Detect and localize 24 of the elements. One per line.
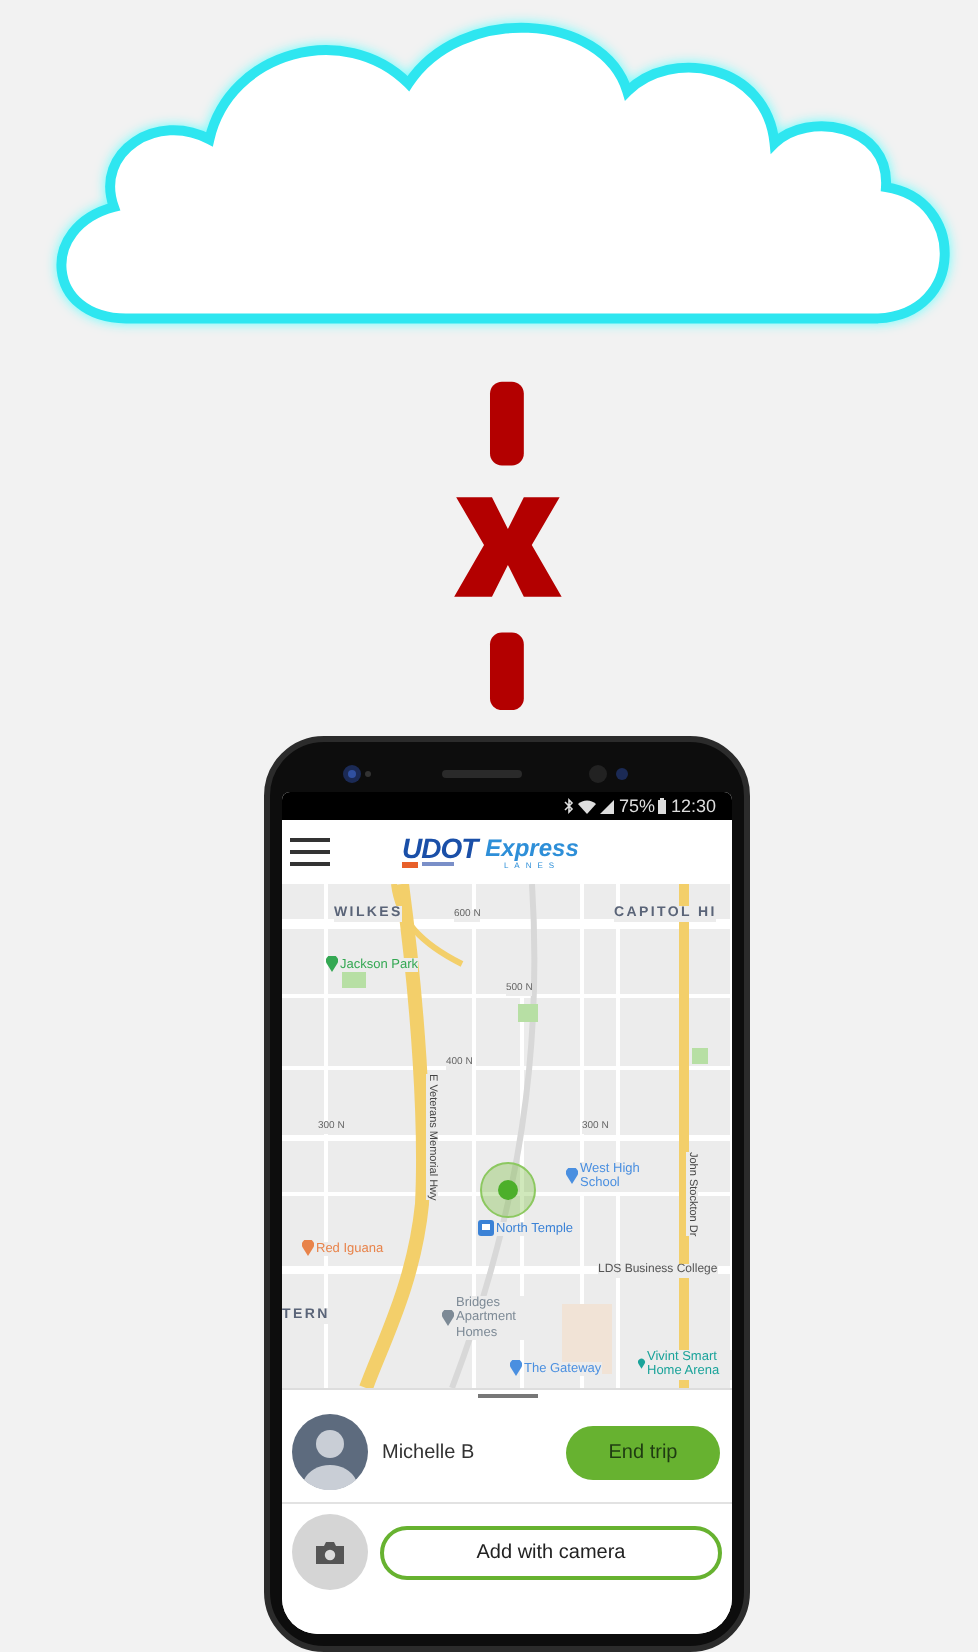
clock: 12:30	[670, 796, 716, 817]
park-area	[518, 1004, 538, 1023]
logo-text: Express	[485, 835, 579, 860]
logo-text: UDOT	[402, 836, 478, 863]
add-with-camera-button[interactable]: Add with camera	[380, 1525, 722, 1580]
logo-stripe-icon	[402, 862, 454, 869]
driver-name: Michelle B	[382, 1441, 477, 1464]
signal-icon	[600, 799, 615, 814]
sensor-icon	[588, 763, 632, 784]
current-location-icon	[480, 1162, 536, 1219]
speaker-icon	[441, 769, 521, 778]
menu-button[interactable]	[290, 836, 334, 869]
battery-icon	[658, 798, 667, 815]
drag-handle[interactable]	[477, 1394, 537, 1399]
avatar-icon	[292, 1414, 368, 1491]
camera-icon	[316, 1541, 344, 1564]
bluetooth-icon	[564, 798, 575, 815]
camera-button[interactable]	[292, 1514, 368, 1591]
menu-icon	[290, 838, 330, 867]
wifi-icon	[578, 799, 597, 814]
front-camera-icon	[342, 763, 374, 784]
battery-percentage: 75%	[618, 796, 655, 817]
park-area	[692, 1048, 708, 1065]
end-trip-button[interactable]: End trip	[566, 1425, 720, 1480]
